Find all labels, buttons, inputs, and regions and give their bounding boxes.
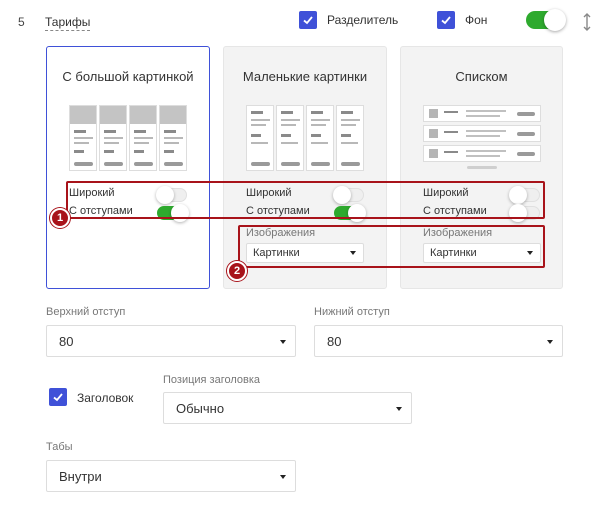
caret-down-icon [280, 340, 286, 344]
tabs-select[interactable]: Внутри [46, 460, 296, 492]
caret-down-icon [396, 407, 402, 411]
check-icon [303, 16, 313, 25]
heading-label: Заголовок [77, 391, 134, 405]
top-padding-select[interactable]: 80 [46, 325, 296, 357]
toggle-knob [544, 9, 566, 31]
heading-position-label: Позиция заголовка [163, 374, 261, 386]
heading-position-select[interactable]: Обычно [163, 392, 412, 424]
check-icon [441, 16, 451, 25]
heading-position-value: Обычно [176, 401, 225, 416]
top-padding-label: Верхний отступ [46, 306, 126, 318]
bottom-padding-value: 80 [327, 334, 342, 349]
tabs-value: Внутри [59, 469, 102, 484]
preview-small-images [246, 105, 364, 171]
card-title: С большой картинкой [62, 69, 194, 84]
row-number: 5 [18, 15, 25, 29]
caret-down-icon [280, 475, 286, 479]
annotation-badge-1: 1 [50, 208, 70, 228]
bottom-padding-select[interactable]: 80 [314, 325, 563, 357]
check-icon [53, 393, 63, 402]
caret-down-icon [547, 340, 553, 344]
card-title: Списком [455, 69, 508, 84]
heading-checkbox[interactable] [49, 388, 67, 406]
preview-list [423, 105, 541, 169]
card-title: Маленькие картинки [242, 69, 368, 84]
section-title[interactable]: Тарифы [45, 15, 91, 31]
preview-large-image [69, 105, 187, 171]
resize-vertical-icon[interactable] [582, 13, 592, 31]
tabs-label: Табы [46, 441, 73, 453]
layout-card-large-image[interactable]: С большой картинкой Широкий С отступами [46, 46, 210, 289]
annotation-box-1 [66, 181, 545, 219]
section-visibility-toggle[interactable] [526, 9, 566, 31]
divider-checkbox[interactable] [299, 11, 317, 29]
top-padding-value: 80 [59, 334, 74, 349]
bottom-padding-label: Нижний отступ [314, 306, 390, 318]
divider-label: Разделитель [327, 13, 399, 27]
background-label: Фон [465, 13, 488, 27]
annotation-badge-2: 2 [227, 261, 247, 281]
background-checkbox[interactable] [437, 11, 455, 29]
annotation-box-2 [238, 225, 545, 268]
